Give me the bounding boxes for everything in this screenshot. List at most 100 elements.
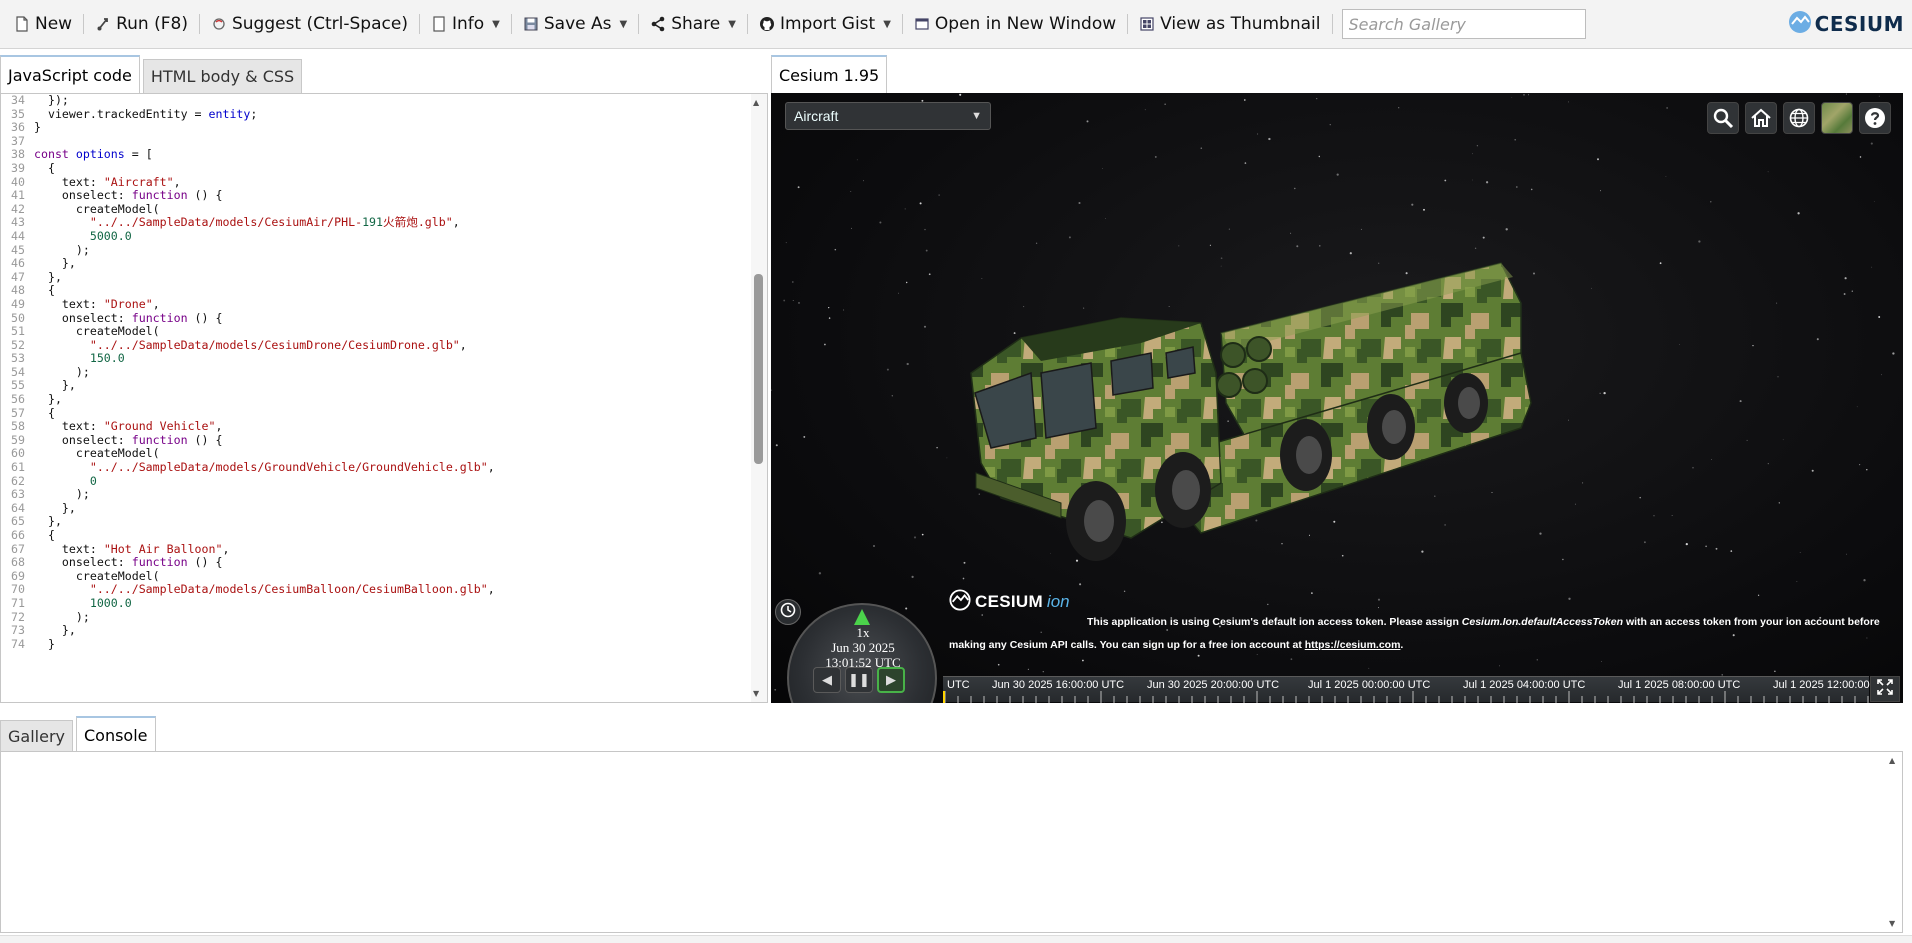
save-as-button[interactable]: Save As ▼ (515, 8, 635, 40)
cesium-ion-logo-suffix: ion (1046, 592, 1070, 611)
console-panel[interactable]: ▲ ▼ (0, 751, 1903, 933)
share-button[interactable]: Share ▼ (642, 8, 744, 40)
play-reverse-button[interactable]: ◀ (813, 667, 841, 693)
help-button[interactable] (1859, 102, 1891, 134)
tab-gallery[interactable]: Gallery (0, 720, 73, 752)
line-content: onselect: function () { (34, 432, 223, 447)
line-number: 45 (11, 242, 25, 257)
play-reverse-icon: ◀ (822, 672, 832, 688)
line-content: { (34, 528, 55, 542)
line-number: 53 (11, 351, 25, 366)
line-content (29, 135, 34, 149)
geocoder-button[interactable] (1707, 102, 1739, 134)
clock-speed: 1x (856, 625, 870, 640)
line-number: 34 (11, 93, 25, 107)
share-icon (650, 15, 666, 33)
scene-mode-button[interactable] (1783, 102, 1815, 134)
toolbar-divider (1127, 14, 1129, 34)
base-layer-picker-button[interactable] (1821, 102, 1853, 134)
line-content: ); (34, 609, 90, 624)
fullscreen-icon (1876, 678, 1894, 700)
editor-scrollbar[interactable]: ▲ ▼ (751, 94, 767, 702)
line-number: 58 (11, 419, 25, 434)
open-new-window-button[interactable]: Open in New Window (906, 8, 1124, 40)
line-content: 1000.0 (89, 595, 132, 610)
suggest-label: Suggest (Ctrl-Space) (231, 14, 408, 34)
model-select-value: Aircraft (794, 108, 839, 124)
code-editor[interactable]: 34 }); 35 viewer.trackedEntity = entity; 3… (0, 93, 768, 703)
code-line: 63 ); (1, 488, 751, 502)
cesium-link[interactable]: https://cesium.com (1305, 639, 1401, 651)
chevron-down-icon: ▼ (883, 18, 891, 30)
line-number: 67 (11, 541, 25, 556)
play-forward-button[interactable]: ▶ (877, 667, 905, 693)
code-line: 74 } (1, 636, 751, 652)
toolbar-divider (198, 14, 200, 34)
info-button[interactable]: Info ▼ (423, 8, 508, 40)
line-content: } (34, 120, 41, 135)
line-content: text: "Drone", (34, 296, 160, 311)
line-number: 72 (11, 609, 25, 624)
line-content: }, (34, 256, 76, 271)
import-gist-button[interactable]: Import Gist ▼ (751, 8, 899, 40)
line-number: 74 (11, 636, 25, 651)
line-number: 47 (11, 269, 25, 284)
line-number: 44 (11, 228, 25, 243)
search-gallery-input[interactable] (1341, 9, 1586, 39)
code-line: 36} (1, 121, 751, 135)
code-line: 67 text: "Hot Air Balloon", (1, 541, 751, 557)
tab-javascript-code[interactable]: JavaScript code (0, 55, 140, 93)
timeline[interactable]: UTC Jun 30 2025 16:00:00 UTC Jun 30 2025… (943, 676, 1895, 703)
run-button[interactable]: Run (F8) (87, 8, 196, 40)
code-line: 68 onselect: function () { (1, 555, 751, 570)
tab-console[interactable]: Console (75, 716, 156, 752)
cesium-logo-text: CESIUM (1814, 12, 1904, 36)
line-content: createModel( (34, 201, 160, 216)
cesium-logo[interactable]: CESIUM (1788, 10, 1904, 38)
line-content: text: "Hot Air Balloon", (34, 541, 230, 556)
cesium-viewer[interactable]: Aircraft ▼ 1x Jun 30 2025 13:01:52 UTC ◀… (771, 93, 1903, 703)
scroll-down-icon[interactable]: ▼ (753, 689, 759, 698)
console-scrollbar[interactable]: ▲ ▼ (1886, 752, 1902, 932)
scroll-up-icon[interactable]: ▲ (1889, 756, 1895, 765)
line-content: }, (34, 623, 76, 638)
editor-scroll-thumb[interactable] (754, 274, 763, 464)
scroll-down-icon[interactable]: ▼ (1889, 919, 1895, 928)
line-number: 51 (11, 324, 25, 339)
editor-tabs: JavaScript code HTML body & CSS (0, 53, 305, 93)
line-number: 70 (11, 582, 25, 597)
ion-token-warning: This application is using Cesium's defau… (949, 611, 1899, 657)
code-line: 66 { (1, 528, 751, 543)
scroll-up-icon[interactable]: ▲ (753, 98, 759, 107)
new-button[interactable]: New (6, 8, 80, 40)
model-select[interactable]: Aircraft ▼ (785, 102, 991, 130)
animation-widget[interactable]: 1x Jun 30 2025 13:01:52 UTC ◀ ❚❚ ▶ (775, 593, 941, 703)
code-line: 45 ); (1, 242, 751, 258)
tab-cesium-viewer[interactable]: Cesium 1.95 (771, 55, 888, 93)
code-line: 58 text: "Ground Vehicle", (1, 419, 751, 434)
code-line: 54 ); (1, 364, 751, 380)
line-content: text: "Aircraft", (34, 174, 181, 189)
realtime-clock-button[interactable] (775, 599, 801, 625)
new-label: New (35, 14, 73, 34)
line-content: ); (34, 364, 90, 379)
line-number: 68 (11, 555, 25, 570)
line-number: 61 (11, 460, 25, 475)
line-content: onselect: function () { (34, 188, 223, 203)
code-line: 35 viewer.trackedEntity = entity; (1, 107, 751, 122)
toolbar-divider (1331, 14, 1333, 34)
code-line: 62 0 (1, 474, 751, 489)
code-line: 71 1000.0 (1, 595, 751, 611)
home-button[interactable] (1745, 102, 1777, 134)
open-new-window-label: Open in New Window (934, 14, 1117, 34)
suggest-button[interactable]: Suggest (Ctrl-Space) (203, 8, 416, 40)
toolbar: New Run (F8) Suggest (Ctrl-Space) Info ▼… (0, 0, 1912, 49)
timeline-label: Jun 30 2025 16:00:00 UTC (992, 679, 1125, 691)
fullscreen-button[interactable] (1870, 676, 1900, 702)
pause-button[interactable]: ❚❚ (845, 667, 873, 693)
code-line: 47 }, (1, 269, 751, 285)
tab-html-body-css[interactable]: HTML body & CSS (142, 59, 303, 93)
code-line: 55 }, (1, 379, 751, 393)
line-number: 55 (11, 378, 25, 393)
view-thumbnail-button[interactable]: View as Thumbnail (1131, 8, 1328, 40)
